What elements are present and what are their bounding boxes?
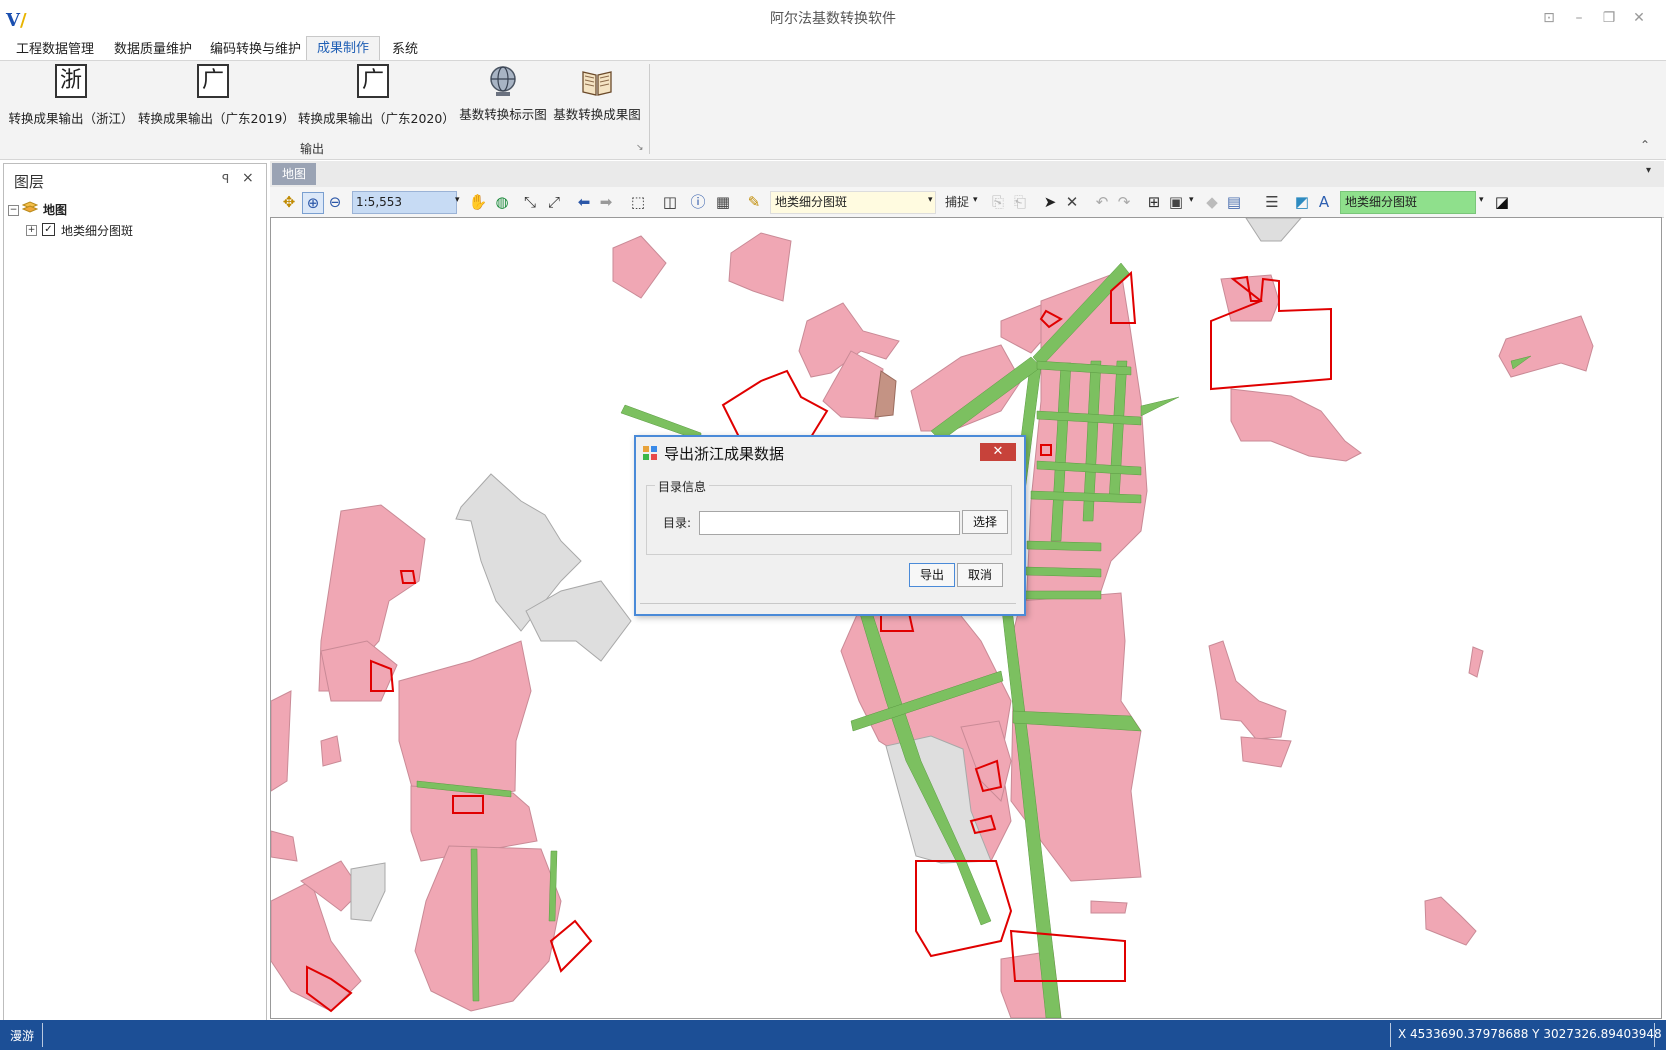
edit-layer-dropdown-icon[interactable]: ▾ [928, 195, 933, 205]
dialog-divider [640, 603, 1016, 604]
tab-menu-icon[interactable]: ▾ [1646, 165, 1651, 176]
book-icon [582, 71, 612, 96]
map-drawing [271, 218, 1594, 1018]
zoom-extent-icon[interactable]: ⤡ [520, 192, 540, 212]
conversion-index-map-button[interactable]: 基数转换标示图 [458, 64, 548, 126]
color-swatch-icon[interactable]: ◪ [1492, 192, 1512, 212]
restore-button[interactable]: ❐ [1597, 8, 1621, 28]
paste-feature-icon[interactable]: ⎗ [1010, 192, 1030, 212]
status-divider [1654, 1023, 1655, 1047]
hand-pan-icon[interactable]: ✋ [468, 192, 488, 212]
tab-code-conversion[interactable]: 编码转换与维护 [206, 40, 305, 60]
label-icon[interactable]: A [1314, 192, 1334, 212]
tab-system[interactable]: 系统 [388, 40, 422, 60]
collapse-ribbon-icon[interactable]: ⌃ [1640, 138, 1650, 152]
ribbon-button-label: 基数转换成果图 [553, 107, 641, 122]
tree-collapse-icon[interactable]: − [8, 205, 19, 216]
pin-icon[interactable]: ꟼ [222, 172, 229, 186]
ribbon-button-label: 转换成果输出（浙江） [8, 111, 134, 126]
cancel-button[interactable]: 取消 [957, 563, 1003, 587]
edit-pencil-icon[interactable]: ✎ [744, 192, 764, 212]
snap-dropdown-icon[interactable]: ▾ [973, 195, 978, 205]
scale-input[interactable]: 1:5,553 [352, 191, 457, 214]
edit-layer-select[interactable]: 地类细分图斑 [770, 191, 936, 214]
zoom-out-icon[interactable]: ⊖ [325, 192, 345, 212]
split-icon[interactable]: ⊞ [1144, 192, 1164, 212]
layer-panel-title: 图层 [14, 173, 45, 191]
group-label: 目录信息 [655, 478, 710, 495]
status-divider [42, 1023, 43, 1047]
conversion-result-map-button[interactable]: 基数转换成果图 [552, 64, 642, 126]
tab-output-production[interactable]: 成果制作 [306, 36, 381, 61]
full-extent-globe-icon[interactable]: ◍ [492, 192, 512, 212]
tree-item-map[interactable]: 地图 [43, 201, 67, 218]
ribbon-button-label: 转换成果输出（广东2019） [138, 111, 295, 126]
select-arrow-icon[interactable]: ➤ [1040, 192, 1060, 212]
info-icon[interactable]: ⓘ [688, 192, 708, 212]
properties-icon[interactable]: ☰ [1262, 192, 1282, 212]
map-tab-bar [270, 161, 1664, 187]
back-arrow-icon[interactable]: ⬅ [574, 192, 594, 212]
merge-icon[interactable]: ◆ [1202, 192, 1222, 212]
dialog-launcher-icon[interactable]: ↘ [636, 143, 644, 153]
tree-item-layer[interactable]: 地类细分图斑 [61, 222, 133, 239]
minimize-button[interactable]: – [1567, 8, 1591, 28]
export-button[interactable]: 导出 [909, 563, 955, 587]
map-canvas[interactable] [270, 217, 1662, 1019]
zoom-in-icon[interactable]: ⊕ [302, 192, 324, 214]
redo-icon[interactable]: ↷ [1114, 192, 1134, 212]
globe-icon [490, 66, 516, 96]
tab-project-data[interactable]: 工程数据管理 [12, 40, 98, 60]
dialog-close-button[interactable]: ✕ [980, 443, 1016, 461]
export-guangdong-2020-button[interactable]: 广 转换成果输出（广东2020） [298, 64, 455, 126]
layer-style-icon[interactable]: ◩ [1292, 192, 1312, 212]
target-layer-dropdown-icon[interactable]: ▾ [1479, 195, 1484, 205]
select-filter-icon[interactable]: ◫ [660, 192, 680, 212]
dialog-app-icon [643, 446, 657, 460]
tab-map[interactable]: 地图 [272, 163, 316, 185]
select-features-icon[interactable]: ⬚ [628, 192, 648, 212]
pan-move-icon[interactable]: ✥ [279, 192, 299, 212]
guangdong-icon: 广 [357, 64, 389, 98]
table-icon[interactable]: ▤ [1224, 192, 1244, 212]
status-divider [1390, 1023, 1391, 1047]
ribbon-button-label: 基数转换标示图 [459, 107, 547, 122]
guangdong-icon: 广 [197, 64, 229, 98]
tree-expand-icon[interactable]: + [26, 225, 37, 236]
status-coordinates: X 4533690.37978688 Y 3027326.89403948 [1398, 1027, 1662, 1041]
attribute-icon[interactable]: ▣ [1166, 192, 1186, 212]
forward-arrow-icon[interactable]: ➡ [596, 192, 616, 212]
snap-button[interactable]: 捕捉 [945, 193, 969, 210]
target-layer-select[interactable]: 地类细分图斑 [1340, 191, 1476, 214]
copy-feature-icon[interactable]: ⎘ [988, 192, 1008, 212]
window-title: 阿尔法基数转换软件 [770, 11, 896, 27]
ribbon-button-label: 转换成果输出（广东2020） [298, 111, 455, 126]
scale-dropdown-icon[interactable]: ▾ [455, 195, 460, 205]
select-directory-button[interactable]: 选择 [962, 510, 1008, 534]
ribbon-separator [649, 64, 650, 154]
attribute-dropdown-icon[interactable]: ▾ [1189, 195, 1194, 205]
status-mode: 漫游 [10, 1029, 35, 1043]
tab-data-quality[interactable]: 数据质量维护 [110, 40, 196, 60]
ribbon-toggle-button[interactable]: ⊡ [1537, 8, 1561, 28]
layer-checkbox[interactable]: ✓ [42, 223, 55, 236]
close-window-button[interactable]: ✕ [1627, 8, 1651, 28]
undo-icon[interactable]: ↶ [1092, 192, 1112, 212]
dialog-title: 导出浙江成果数据 [664, 445, 785, 463]
measure-icon[interactable]: ▦ [713, 192, 733, 212]
directory-label: 目录: [663, 516, 692, 530]
directory-input[interactable] [699, 511, 960, 535]
zhejiang-icon: 浙 [55, 64, 87, 98]
ribbon-group-label: 输出 [300, 142, 325, 156]
layer-panel [3, 163, 267, 1022]
export-zhejiang-button[interactable]: 浙 转换成果输出（浙江） [6, 64, 136, 126]
fixed-zoom-icon[interactable]: ⤢ [544, 192, 564, 212]
close-panel-icon[interactable]: × [242, 170, 254, 186]
delete-icon[interactable]: ✕ [1062, 192, 1082, 212]
parcel-layer [271, 232, 1594, 1018]
export-guangdong-2019-button[interactable]: 广 转换成果输出（广东2019） [138, 64, 295, 126]
map-layers-icon [22, 201, 38, 213]
